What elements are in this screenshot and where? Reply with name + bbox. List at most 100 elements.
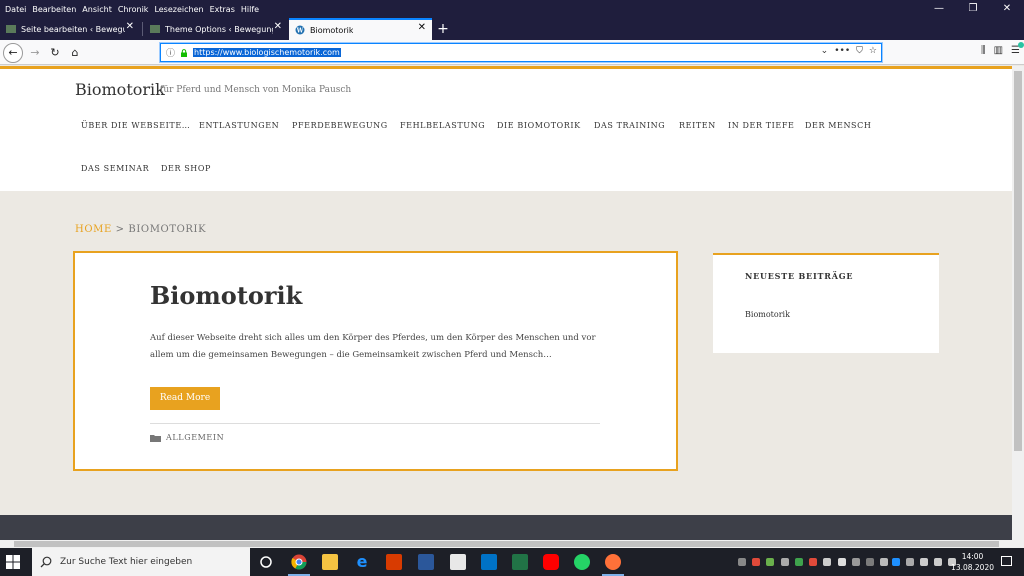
menu-help[interactable]: Hilfe: [241, 5, 259, 14]
tab-label: Theme Options ‹ BewegungsLa…: [165, 24, 273, 34]
nav-link-seminar[interactable]: DAS SEMINAR: [81, 164, 149, 173]
firefox-icon[interactable]: [605, 554, 621, 570]
tab-theme-options[interactable]: Theme Options ‹ BewegungsLa… ✕: [144, 18, 288, 40]
edge-icon[interactable]: e: [354, 554, 370, 570]
new-tab-button[interactable]: +: [436, 18, 450, 40]
breadcrumb: HOME > BIOMOTORIK: [75, 224, 206, 235]
clock-time: 14:00: [961, 552, 984, 561]
forward-button[interactable]: →: [25, 43, 45, 63]
read-more-button[interactable]: Read More: [150, 387, 220, 410]
lock-icon[interactable]: [180, 48, 188, 57]
nav-link-training[interactable]: DAS TRAINING: [594, 121, 665, 130]
tray-app-icon[interactable]: [906, 558, 914, 566]
wifi-icon[interactable]: [934, 558, 942, 566]
task-view-icon[interactable]: [258, 554, 274, 570]
menu-tools[interactable]: Extras: [210, 5, 235, 14]
tray-app-icon[interactable]: [852, 558, 860, 566]
tray-app-icon[interactable]: [781, 558, 789, 566]
nav-link-biomotorik[interactable]: DIE BIOMOTORIK: [497, 121, 581, 130]
windows-start-icon[interactable]: [6, 555, 20, 569]
library-icon[interactable]: ⫼: [981, 45, 986, 56]
tab-biomotorik[interactable]: W Biomotorik ✕: [289, 18, 432, 40]
chevron-down-icon[interactable]: ⌄: [821, 46, 829, 56]
tray-app-icon[interactable]: [838, 558, 846, 566]
vertical-scrollbar[interactable]: [1012, 66, 1024, 540]
word-icon[interactable]: [418, 554, 434, 570]
post-card: Biomotorik Auf dieser Webseite dreht sic…: [73, 251, 678, 471]
tab-label: Biomotorik: [310, 25, 354, 35]
menu-file[interactable]: Datei: [5, 5, 26, 14]
admin-favicon-icon: [150, 25, 160, 33]
outlook-icon[interactable]: [481, 554, 497, 570]
search-placeholder: Zur Suche Text hier eingeben: [60, 557, 193, 567]
scrollbar-thumb[interactable]: [14, 541, 999, 547]
taskbar-search[interactable]: Zur Suche Text hier eingeben: [32, 548, 250, 576]
nav-link-pferdebewegung[interactable]: PFERDEBEWEGUNG: [292, 121, 388, 130]
pocket-icon[interactable]: ⛉: [856, 46, 863, 56]
nav-link-shop[interactable]: DER SHOP: [161, 164, 211, 173]
clock[interactable]: 14:00 13.08.2020: [951, 551, 994, 573]
wordpress-favicon-icon: W: [295, 25, 305, 35]
tray-app-icon[interactable]: [823, 558, 831, 566]
menu-history[interactable]: Chronik: [118, 5, 149, 14]
hamburger-menu-icon[interactable]: ☰: [1011, 42, 1024, 56]
nav-link-entlastungen[interactable]: ENTLASTUNGEN: [199, 121, 279, 130]
file-explorer-icon[interactable]: [322, 554, 338, 570]
office-icon[interactable]: [386, 554, 402, 570]
site-tagline: für Pferd und Mensch von Monika Pausch: [160, 85, 352, 95]
image-viewer-icon[interactable]: [450, 554, 466, 570]
post-title[interactable]: Biomotorik: [150, 281, 302, 310]
nav-link-mensch[interactable]: DER MENSCH: [805, 121, 871, 130]
restore-button[interactable]: ❐: [956, 0, 990, 18]
back-button[interactable]: ←: [3, 43, 23, 63]
nav-link-reiten[interactable]: REITEN: [679, 121, 716, 130]
widget-title: NEUESTE BEITRÄGE: [745, 271, 854, 281]
battery-icon[interactable]: [920, 558, 928, 566]
bookmark-star-icon[interactable]: ☆: [869, 46, 877, 56]
nav-link-tiefe[interactable]: IN DER TIEFE: [728, 121, 794, 130]
close-tab-icon[interactable]: ✕: [418, 22, 426, 33]
nav-link-ueber[interactable]: ÜBER DIE WEBSEITE…: [81, 121, 190, 130]
tray-app-icon[interactable]: [866, 558, 874, 566]
menu-view[interactable]: Ansicht: [82, 5, 112, 14]
page-viewport: Biomotorik für Pferd und Mensch von Moni…: [0, 66, 1012, 546]
close-tab-icon[interactable]: ✕: [126, 21, 134, 32]
site-header: Biomotorik für Pferd und Mensch von Moni…: [0, 69, 1012, 191]
recent-post-link[interactable]: Biomotorik: [745, 310, 790, 319]
tray-app-icon[interactable]: [809, 558, 817, 566]
reload-button[interactable]: ↻: [45, 43, 65, 63]
chrome-icon[interactable]: [291, 554, 307, 570]
whatsapp-icon[interactable]: [574, 554, 590, 570]
tray-app-icon[interactable]: [880, 558, 888, 566]
tray-app-icon[interactable]: [795, 558, 803, 566]
post-excerpt: Auf dieser Webseite dreht sich alles um …: [150, 333, 596, 360]
nav-bar: ← → ↻ ⌂ ⓘ https://www.biologischemotorik…: [0, 40, 1024, 65]
breadcrumb-home-link[interactable]: HOME: [75, 224, 112, 235]
tray-app-icon[interactable]: [752, 558, 760, 566]
close-window-button[interactable]: ✕: [990, 0, 1024, 18]
close-tab-icon[interactable]: ✕: [274, 21, 282, 32]
tray-app-icon[interactable]: [738, 558, 746, 566]
sidebar-icon[interactable]: ▥: [994, 45, 1003, 56]
scrollbar-thumb[interactable]: [1014, 71, 1022, 451]
site-title[interactable]: Biomotorik: [75, 80, 165, 99]
post-category-link[interactable]: ALLGEMEIN: [166, 433, 224, 442]
tray-app-icon[interactable]: [766, 558, 774, 566]
menu-edit[interactable]: Bearbeiten: [32, 5, 76, 14]
url-bar[interactable]: ⓘ https://www.biologischemotorik.com ⌄ •…: [160, 43, 882, 62]
home-button[interactable]: ⌂: [65, 43, 85, 63]
tab-label: Seite bearbeiten ‹ BewegungsL…: [21, 24, 125, 34]
page-actions-icon[interactable]: •••: [834, 46, 850, 56]
horizontal-scrollbar[interactable]: [0, 540, 1024, 548]
url-text[interactable]: https://www.biologischemotorik.com: [193, 48, 341, 57]
menu-bookmarks[interactable]: Lesezeichen: [154, 5, 203, 14]
youtube-icon[interactable]: [543, 554, 559, 570]
tab-edit-page[interactable]: Seite bearbeiten ‹ BewegungsL… ✕: [0, 18, 140, 40]
bluetooth-icon[interactable]: [892, 558, 900, 566]
info-icon[interactable]: ⓘ: [166, 46, 175, 59]
nav-link-fehlbelastung[interactable]: FEHLBELASTUNG: [400, 121, 485, 130]
update-badge-icon: [1018, 42, 1024, 48]
excel-icon[interactable]: [512, 554, 528, 570]
minimize-button[interactable]: —: [922, 0, 956, 18]
notification-center-icon[interactable]: [1001, 556, 1012, 566]
